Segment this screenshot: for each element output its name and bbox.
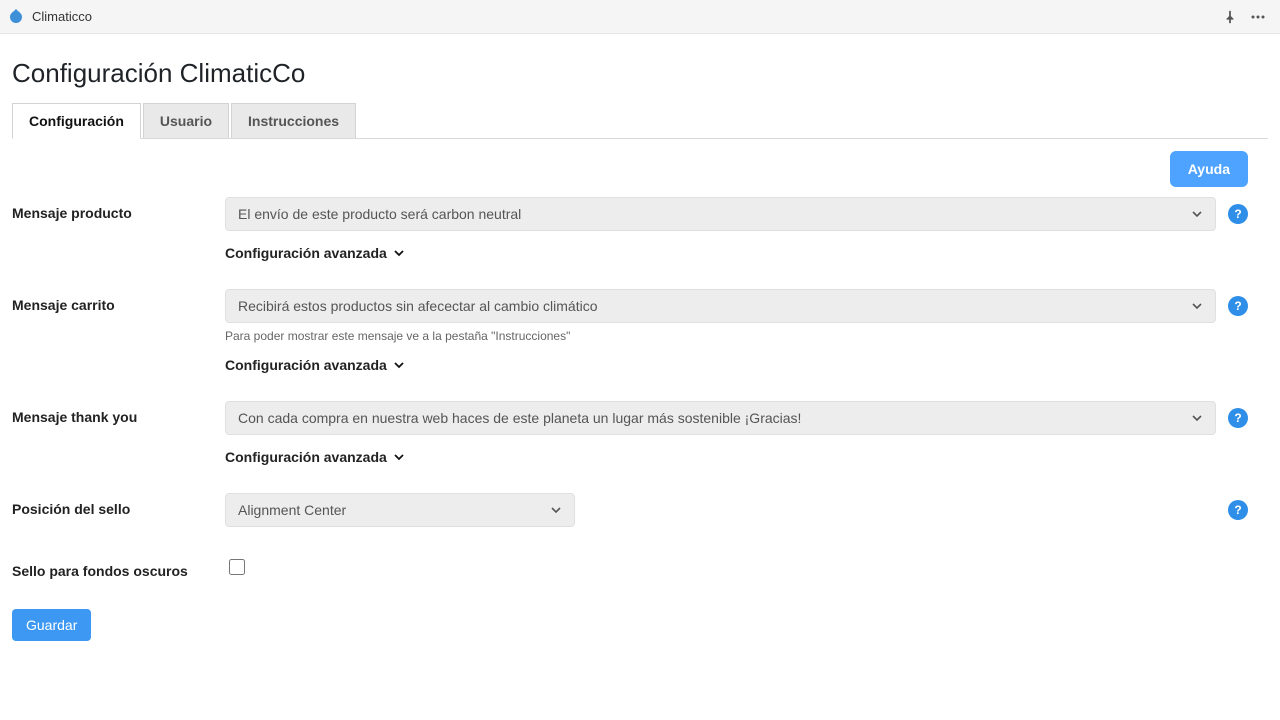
posicion-sello-select[interactable]: Alignment Center	[225, 493, 575, 527]
title-bar: Climaticco	[0, 0, 1280, 34]
app-logo-icon	[8, 9, 24, 25]
mensaje-carrito-hint: Para poder mostrar este mensaje ve a la …	[225, 329, 1248, 343]
chevron-down-icon	[393, 247, 405, 259]
chevron-down-icon	[1191, 412, 1203, 424]
mensaje-producto-select[interactable]: El envío de este producto será carbon ne…	[225, 197, 1216, 231]
field-mensaje-carrito: Mensaje carrito Recibirá estos productos…	[12, 289, 1268, 373]
posicion-sello-label: Posición del sello	[12, 493, 225, 517]
more-icon[interactable]	[1244, 3, 1272, 31]
field-sello-oscuro: Sello para fondos oscuros	[12, 555, 1268, 579]
tab-configuracion[interactable]: Configuración	[12, 103, 141, 139]
tab-instrucciones[interactable]: Instrucciones	[231, 103, 356, 138]
help-button[interactable]: Ayuda	[1170, 151, 1248, 187]
app-title: Climaticco	[32, 9, 92, 24]
posicion-sello-value: Alignment Center	[238, 502, 550, 518]
chevron-down-icon	[550, 504, 562, 516]
chevron-down-icon	[393, 451, 405, 463]
tab-usuario[interactable]: Usuario	[143, 103, 229, 138]
pin-icon[interactable]	[1216, 3, 1244, 31]
main-content: Configuración ClimaticCo Configuración U…	[0, 34, 1280, 653]
mensaje-thank-you-select[interactable]: Con cada compra en nuestra web haces de …	[225, 401, 1216, 435]
mensaje-carrito-value: Recibirá estos productos sin afecectar a…	[238, 298, 1191, 314]
mensaje-thank-you-advanced-toggle[interactable]: Configuración avanzada	[225, 449, 1248, 465]
field-mensaje-thank-you: Mensaje thank you Con cada compra en nue…	[12, 401, 1268, 465]
save-button[interactable]: Guardar	[12, 609, 91, 641]
mensaje-producto-value: El envío de este producto será carbon ne…	[238, 206, 1191, 222]
help-icon[interactable]: ?	[1228, 204, 1248, 224]
help-icon[interactable]: ?	[1228, 500, 1248, 520]
chevron-down-icon	[1191, 300, 1203, 312]
field-posicion-sello: Posición del sello Alignment Center ?	[12, 493, 1268, 527]
tab-strip: Configuración Usuario Instrucciones	[12, 103, 1268, 139]
sello-oscuro-label: Sello para fondos oscuros	[12, 555, 225, 579]
mensaje-producto-advanced-toggle[interactable]: Configuración avanzada	[225, 245, 1248, 261]
mensaje-thank-you-label: Mensaje thank you	[12, 401, 225, 425]
field-mensaje-producto: Mensaje producto El envío de este produc…	[12, 197, 1268, 261]
help-icon[interactable]: ?	[1228, 408, 1248, 428]
sello-oscuro-checkbox[interactable]	[229, 559, 245, 575]
mensaje-carrito-advanced-toggle[interactable]: Configuración avanzada	[225, 357, 1248, 373]
help-icon[interactable]: ?	[1228, 296, 1248, 316]
mensaje-producto-label: Mensaje producto	[12, 197, 225, 221]
mensaje-thank-you-value: Con cada compra en nuestra web haces de …	[238, 410, 1191, 426]
chevron-down-icon	[1191, 208, 1203, 220]
page-title: Configuración ClimaticCo	[12, 58, 1268, 89]
chevron-down-icon	[393, 359, 405, 371]
mensaje-carrito-label: Mensaje carrito	[12, 289, 225, 313]
mensaje-carrito-select[interactable]: Recibirá estos productos sin afecectar a…	[225, 289, 1216, 323]
